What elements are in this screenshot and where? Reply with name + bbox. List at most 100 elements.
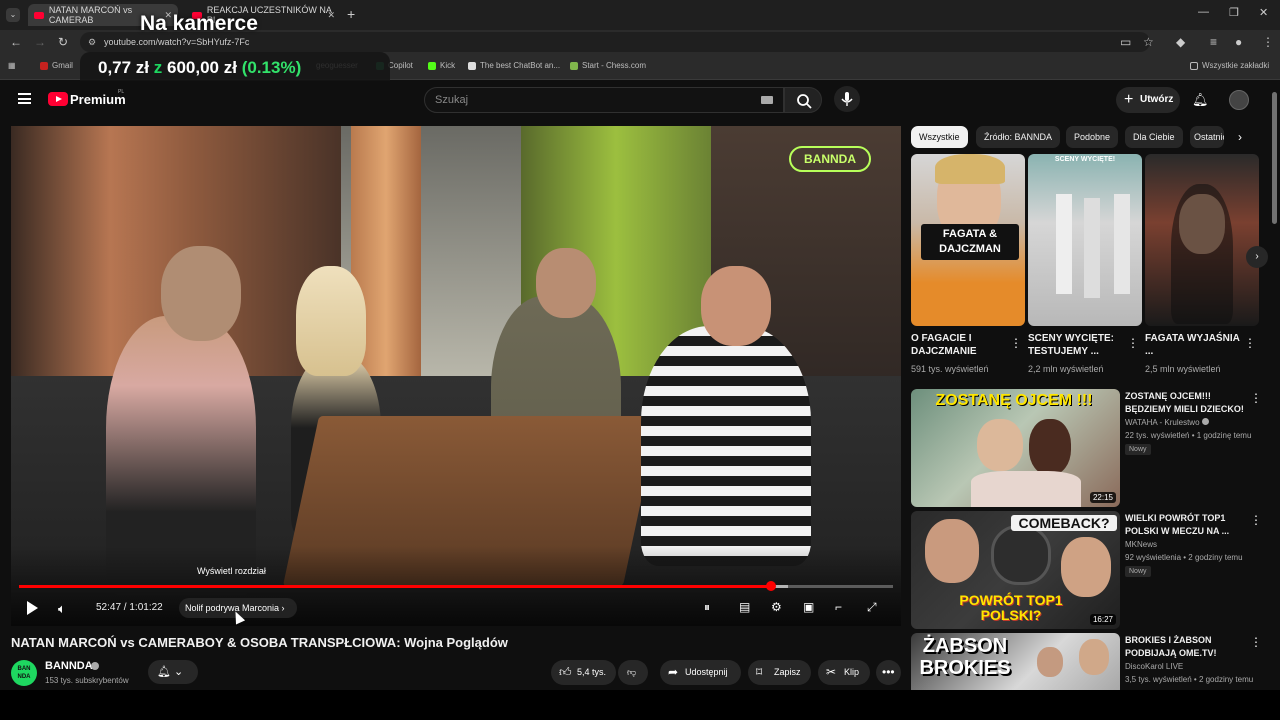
tab-search-button[interactable]: ⌄ (6, 8, 20, 22)
price-total: 600,00 zł (167, 58, 237, 77)
chips-next-icon[interactable]: › (1238, 130, 1242, 144)
notifications-icon[interactable]: 🔔︎ (1192, 92, 1209, 108)
short-thumbnail[interactable]: FAGATA & DAJCZMAN (911, 154, 1025, 326)
chess-icon (570, 61, 578, 70)
subtitles-icon[interactable]: ▤ (739, 600, 750, 614)
volume-icon[interactable]: 🔈︎ (58, 601, 66, 617)
microphone-icon (841, 92, 853, 106)
video-meta: 3,5 tys. wyświetleń • 2 godziny temu (1125, 675, 1254, 684)
youtube-logo-icon[interactable] (48, 92, 68, 106)
kick-icon (428, 61, 436, 70)
more-icon[interactable]: ⋮ (1010, 336, 1022, 350)
chip-all[interactable]: Wszystkie (911, 126, 968, 148)
short-thumbnail[interactable]: SCENY WYCIĘTE! (1028, 154, 1142, 326)
more-actions-button[interactable]: ••• (876, 660, 901, 685)
subscription-bell-button[interactable]: 🔔︎ ⌄ (148, 660, 198, 684)
all-bookmarks[interactable]: Wszystkie zakładki (1190, 61, 1269, 70)
like-button[interactable]: 👍︎ 5,4 tys. (551, 660, 616, 685)
plus-icon: + (1124, 91, 1134, 108)
more-icon[interactable]: ⋮ (1250, 635, 1262, 649)
search-input[interactable]: Szukaj (424, 87, 784, 113)
scrollbar-thumb[interactable] (1272, 92, 1277, 224)
play-icon[interactable] (27, 601, 38, 615)
dislike-button[interactable]: 👎︎ (618, 660, 648, 685)
reload-button[interactable]: ↻ (58, 35, 68, 49)
video-thumbnail[interactable]: ZOSTANĘ OJCEM !!! 22:15 (911, 389, 1120, 507)
progress-bar[interactable] (19, 581, 893, 591)
more-icon[interactable]: ⋮ (1250, 391, 1262, 405)
thumbnail-overlay-text: COMEBACK? (1011, 515, 1117, 531)
video-channel[interactable]: WATAHA - Krulestwo (1125, 418, 1209, 427)
channel-avatar[interactable]: BAN NDA (11, 660, 37, 686)
forward-button[interactable]: → (34, 35, 46, 49)
bookmark-star-icon[interactable]: ☆ (1143, 35, 1154, 49)
chapter-tooltip: Wyświetl rozdział (197, 566, 266, 576)
pause-autoplay-icon[interactable]: ⏸︎ (704, 600, 710, 615)
menu-icon[interactable] (18, 93, 31, 104)
bookmark-gmail[interactable]: Gmail (40, 61, 73, 70)
back-button[interactable]: ← (10, 35, 22, 49)
bookmark-chess[interactable]: Start - Chess.com (570, 61, 646, 70)
subscriber-count: 153 tys. subskrybentów (45, 676, 129, 685)
search-icon (797, 94, 812, 109)
short-title[interactable]: SCENY WYCIĘTE: TESTUJEMY ... (1028, 332, 1124, 358)
short-thumbnail[interactable] (1145, 154, 1259, 326)
clip-button[interactable]: ✂ Klip (818, 660, 870, 685)
thumbs-down-icon: 👎︎ (627, 667, 637, 677)
time-display: 52:47 / 1:01:22 (96, 602, 163, 613)
video-title-link[interactable]: ZOSTANĘ OJCEM!!! BĘDZIEMY MIELI DZIECKO! (1125, 390, 1253, 416)
miniplayer-icon[interactable]: ▣ (803, 600, 814, 614)
share-button[interactable]: ➦ Udostępnij (660, 660, 741, 685)
short-title[interactable]: FAGATA WYJAŚNIA ... (1145, 332, 1241, 358)
maximize-button[interactable]: ❐ (1229, 6, 1239, 19)
account-avatar[interactable] (1229, 90, 1249, 110)
video-title-link[interactable]: WIELKI POWRÓT TOP1 POLSKI W MECZU NA ... (1125, 512, 1253, 538)
short-title[interactable]: O FAGACIE I DAJCZMANIE (911, 332, 1007, 358)
reading-list-icon[interactable]: ≡ (1210, 35, 1217, 49)
progress-scrubber[interactable] (765, 581, 776, 591)
video-channel[interactable]: DiscoKarol LIVE (1125, 662, 1183, 671)
video-duration: 16:27 (1089, 614, 1116, 625)
bookmark-kick[interactable]: Kick (428, 61, 455, 70)
keyboard-icon[interactable] (761, 96, 773, 104)
video-thumbnail[interactable]: COMEBACK? POWRÓT TOP1 POLSKI? 16:27 (911, 511, 1120, 629)
video-title-link[interactable]: BROKIES I ŻABSON PODBIJAJĄ OME.TV! (1125, 634, 1253, 660)
video-thumbnail[interactable]: ŻABSON BROKIES (911, 633, 1120, 690)
verified-icon (1201, 418, 1209, 425)
region-code: PL (118, 89, 125, 95)
save-button[interactable]: ⌑ Zapisz (748, 660, 811, 685)
browser-menu-icon[interactable]: ⋮ (1262, 35, 1274, 49)
more-icon[interactable]: ⋮ (1244, 336, 1256, 350)
chip-from-channel[interactable]: Źródło: BANNDA (976, 126, 1061, 148)
close-window-button[interactable]: ✕ (1259, 6, 1268, 19)
bookmark-chatbot[interactable]: The best ChatBot an... (468, 61, 560, 70)
extensions-icon[interactable]: ◆ (1176, 35, 1185, 49)
search-button[interactable] (784, 87, 822, 113)
video-channel[interactable]: MKNews (1125, 540, 1157, 549)
apps-grid-icon[interactable]: ▦ (8, 61, 16, 70)
cast-icon[interactable]: ▭ (1120, 35, 1131, 49)
voice-search-button[interactable] (834, 86, 860, 112)
profile-icon[interactable]: ● (1235, 35, 1242, 49)
channel-name[interactable]: BANNDA (45, 660, 93, 672)
minimize-button[interactable]: — (1198, 6, 1209, 18)
chip-related[interactable]: Podobne (1066, 126, 1119, 148)
create-button[interactable]: + Utwórz (1116, 87, 1180, 113)
gmail-icon (40, 61, 48, 70)
video-player[interactable]: BANNDA Wyświetl rozdział 🔈︎ 52:47 / 1:01… (11, 126, 901, 626)
chip-for-you[interactable]: Dla Ciebie (1125, 126, 1183, 148)
time-current: 52:47 (96, 602, 122, 613)
stream-price-text: 0,77 zł z 600,00 zł (0.13%) (98, 58, 301, 78)
new-tab-button[interactable]: + (347, 6, 355, 22)
shorts-next-icon[interactable]: › (1246, 246, 1268, 268)
video-duration: 22:15 (1089, 492, 1116, 503)
more-icon[interactable]: ⋮ (1127, 336, 1139, 350)
cast-icon[interactable]: ⌐ (835, 600, 842, 614)
settings-icon[interactable]: ⚙︎ (771, 600, 782, 614)
stream-overlay-title: Na kamerce (140, 12, 258, 35)
tab-close-icon[interactable]: ✕ (327, 10, 335, 21)
chip-recent[interactable]: Ostatnio (1190, 126, 1224, 148)
more-icon[interactable]: ⋮ (1250, 513, 1262, 527)
site-info-icon[interactable]: ⚙ (88, 32, 96, 52)
fullscreen-icon[interactable]: ⤢ (867, 600, 877, 615)
